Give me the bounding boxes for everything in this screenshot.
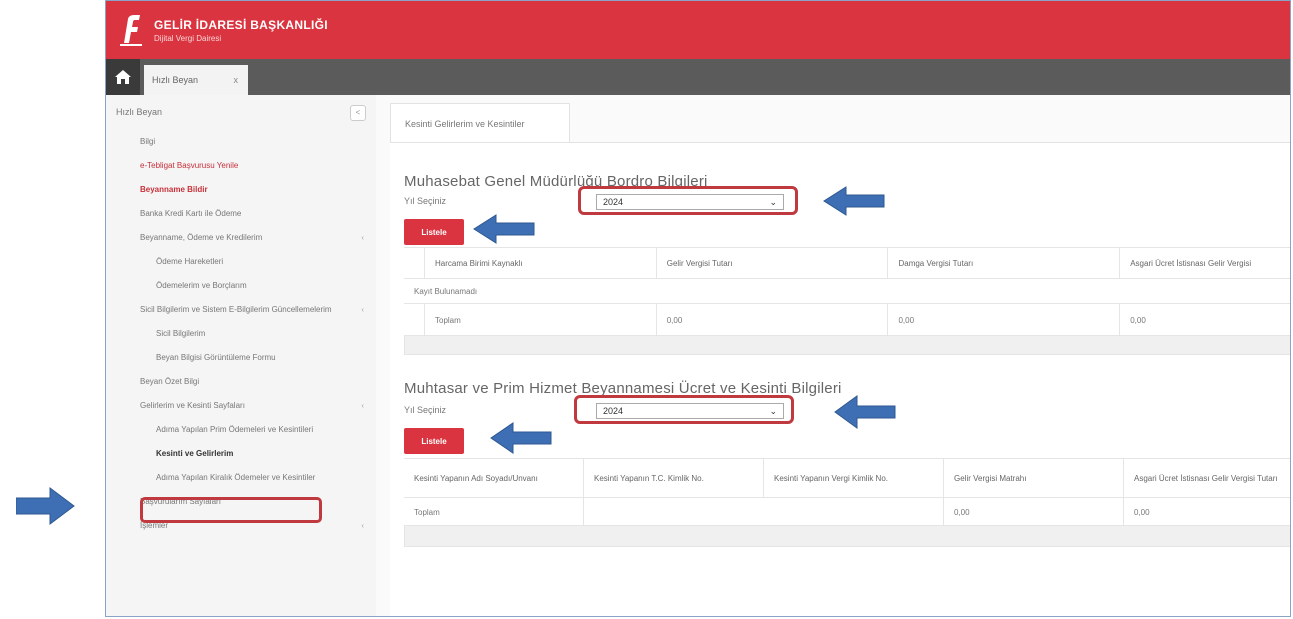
- sidebar-item-sicil-guncelleme[interactable]: Sicil Bilgilerim ve Sistem E-Bilgilerim …: [106, 297, 376, 321]
- table-header-cell: Gelir Vergisi Tutarı: [657, 248, 889, 278]
- table-cell: 0,00: [657, 304, 889, 336]
- sidebar-item-beyan-ozet[interactable]: Beyan Özet Bilgi: [106, 369, 376, 393]
- arrow-icon-left-button1: [473, 214, 535, 244]
- sidebar-item-gelirlerim[interactable]: Gelirlerim ve Kesinti Sayfaları ‹: [106, 393, 376, 417]
- sidebar-item-kredi-karti[interactable]: Banka Kredi Kartı ile Ödeme: [106, 201, 376, 225]
- tab-label: Hızlı Beyan: [152, 75, 199, 85]
- sidebar-item-label: Bilgi: [140, 136, 156, 146]
- chevron-down-icon: ‹: [361, 520, 364, 530]
- close-icon[interactable]: x: [234, 75, 239, 85]
- sidebar-item-label: Beyan Özet Bilgi: [140, 376, 200, 386]
- table-header-row: Kesinti Yapanın Adı Soyadı/Unvanı Kesint…: [404, 459, 1290, 498]
- table-row: Toplam 0,00 0,00 0,00: [404, 304, 1290, 337]
- chevron-down-icon: ‹: [361, 232, 364, 242]
- table-cell: [584, 498, 944, 526]
- collapse-icon[interactable]: <: [350, 105, 366, 121]
- arrow-icon-right-sidebar: [16, 487, 75, 525]
- section1-table: Harcama Birimi Kaynaklı Gelir Vergisi Tu…: [404, 247, 1290, 337]
- table-header-cell: Asgari Ücret İstisnası Gelir Vergisi Tut…: [1134, 473, 1278, 483]
- highlight-box-select1: [578, 186, 798, 215]
- table-cell: 0,00: [888, 304, 1121, 336]
- table-group-label: Kayıt Bulunamadı: [414, 286, 478, 296]
- sidebar: Hızlı Beyan < Bilgi e-Tebligat Başvurusu…: [106, 95, 377, 616]
- sidebar-item-odeme-hareketleri[interactable]: Ödeme Hareketleri: [106, 249, 376, 273]
- table-header-cell: Kesinti Yapanın T.C. Kimlik No.: [584, 459, 764, 497]
- sidebar-item-label: Beyanname Bildir: [140, 184, 208, 194]
- sidebar-item-label: Sicil Bilgilerim ve Sistem E-Bilgilerim …: [140, 304, 332, 314]
- table-cell: 0,00: [1134, 507, 1150, 517]
- sidebar-item-label: Kesinti ve Gelirlerim: [156, 448, 234, 458]
- section2-year-label: Yıl Seçiniz: [404, 405, 447, 415]
- sidebar-item-odemelerim[interactable]: Ödemelerim ve Borçlarım: [106, 273, 376, 297]
- browser-screen: GELİR İDARESİ BAŞKANLIĞI Dijital Vergi D…: [105, 0, 1291, 617]
- sidebar-item-bilgi[interactable]: Bilgi: [106, 129, 376, 153]
- sidebar-item-label: Ödemelerim ve Borçlarım: [156, 280, 247, 290]
- gib-logo-icon: [116, 13, 146, 47]
- home-button[interactable]: [106, 59, 140, 95]
- page-tab-label: Kesinti Gelirlerim ve Kesintiler: [405, 118, 525, 129]
- top-header-bar: GELİR İDARESİ BAŞKANLIĞI Dijital Vergi D…: [106, 1, 1290, 59]
- sidebar-highlight-box: [140, 497, 322, 523]
- sidebar-item-label: Adıma Yapılan Kiralık Ödemeler ve Kesint…: [156, 472, 316, 482]
- section2-list-button[interactable]: Listele: [404, 428, 464, 454]
- sidebar-header: Hızlı Beyan <: [106, 95, 376, 129]
- arrow-icon-left-button2: [490, 422, 552, 454]
- chevron-down-icon: ‹: [361, 400, 364, 410]
- arrow-icon-left-select2: [834, 395, 896, 429]
- tab-hizli-beyan[interactable]: Hızlı Beyan x: [144, 65, 248, 95]
- sidebar-item-label: Sicil Bilgilerim: [156, 328, 206, 338]
- section1-list-button[interactable]: Listele: [404, 219, 464, 245]
- brand-subtitle: Dijital Vergi Dairesi: [154, 34, 222, 43]
- sidebar-item-beyan-bilgisi[interactable]: Beyan Bilgisi Görüntüleme Formu: [106, 345, 376, 369]
- highlight-box-select2: [574, 395, 794, 424]
- table-group-row: Kayıt Bulunamadı: [404, 279, 1290, 304]
- sidebar-item-label: Beyanname, Ödeme ve Kredilerim: [140, 232, 263, 242]
- home-icon: [115, 70, 131, 84]
- section2-table: Kesinti Yapanın Adı Soyadı/Unvanı Kesint…: [404, 458, 1290, 527]
- table-header-cell: Harcama Birimi Kaynaklı: [425, 248, 657, 278]
- table-header-row: Harcama Birimi Kaynaklı Gelir Vergisi Tu…: [404, 248, 1290, 279]
- section1-year-label: Yıl Seçiniz: [404, 196, 447, 206]
- table-cell: 0,00: [944, 498, 1124, 526]
- sidebar-item-beyanname-odeme[interactable]: Beyanname, Ödeme ve Kredilerim ‹: [106, 225, 376, 249]
- table-header-cell: Asgari Ücret İstisnası Gelir Vergisi: [1130, 258, 1252, 268]
- sidebar-item-sicil-bilgilerim[interactable]: Sicil Bilgilerim: [106, 321, 376, 345]
- section2-table-footer: [404, 525, 1290, 547]
- arrow-icon-left-select1: [823, 186, 885, 216]
- table-header-cell: Damga Vergisi Tutarı: [888, 248, 1121, 278]
- table-cell: Toplam: [425, 304, 657, 336]
- table-cell: [404, 304, 425, 336]
- sidebar-item-kesinti-gelirlerim[interactable]: Kesinti ve Gelirlerim: [106, 441, 376, 465]
- sidebar-item-prim-odemeleri[interactable]: Adıma Yapılan Prim Ödemeleri ve Kesintil…: [106, 417, 376, 441]
- sidebar-item-label: Ödeme Hareketleri: [156, 256, 224, 266]
- sidebar-title: Hızlı Beyan: [116, 107, 163, 117]
- page-tab[interactable]: Kesinti Gelirlerim ve Kesintiler: [390, 103, 570, 143]
- sidebar-item-label: Banka Kredi Kartı ile Ödeme: [140, 208, 242, 218]
- brand-title: GELİR İDARESİ BAŞKANLIĞI: [154, 18, 328, 32]
- tab-bar: Hızlı Beyan x: [106, 59, 1290, 95]
- sidebar-item-beyanname-bildir[interactable]: Beyanname Bildir: [106, 177, 376, 201]
- table-header-cell: Kesinti Yapanın Adı Soyadı/Unvanı: [404, 459, 584, 497]
- table-cell: Toplam: [404, 498, 584, 526]
- main-content: Kesinti Gelirlerim ve Kesintiler Muhaseb…: [376, 95, 1290, 616]
- sidebar-item-label: Gelirlerim ve Kesinti Sayfaları: [140, 400, 245, 410]
- sidebar-item-etebligat[interactable]: e-Tebligat Başvurusu Yenile: [106, 153, 376, 177]
- sidebar-item-label: Beyan Bilgisi Görüntüleme Formu: [156, 352, 276, 362]
- section1-table-footer: [404, 335, 1290, 355]
- sidebar-item-label: Adıma Yapılan Prim Ödemeleri ve Kesintil…: [156, 424, 314, 434]
- table-header-cell: Kesinti Yapanın Vergi Kimlik No.: [764, 459, 944, 497]
- table-row: Toplam 0,00 0,00: [404, 498, 1290, 527]
- chevron-down-icon: ‹: [361, 304, 364, 314]
- sidebar-item-label: e-Tebligat Başvurusu Yenile: [140, 160, 239, 170]
- table-cell: [404, 248, 425, 278]
- sidebar-item-kiralik-odemeler[interactable]: Adıma Yapılan Kiralık Ödemeler ve Kesint…: [106, 465, 376, 489]
- table-header-cell: Gelir Vergisi Matrahı: [944, 459, 1124, 497]
- table-cell: 0,00: [1130, 315, 1146, 325]
